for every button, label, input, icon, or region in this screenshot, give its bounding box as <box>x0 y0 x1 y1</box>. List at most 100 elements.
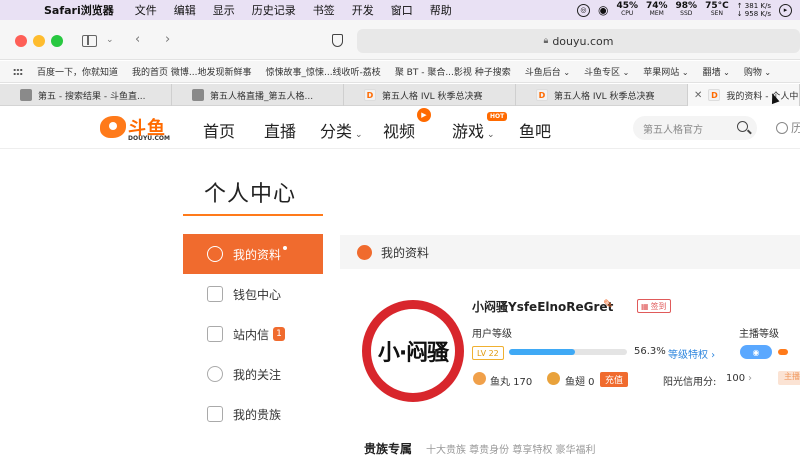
menu-history[interactable]: 历史记录 <box>252 2 296 18</box>
bookmark-folder[interactable]: 购物 <box>744 65 771 78</box>
sidebar-item-label: 我的贵族 <box>233 407 282 422</box>
hot-badge: HOT <box>487 112 508 121</box>
browser-tab-active[interactable]: ✕ D 我的资料 - 个人中 <box>688 84 800 106</box>
bookmark-folder[interactable]: 苹果网站 <box>643 65 688 78</box>
close-tab-icon[interactable]: ✕ <box>694 90 702 101</box>
fish-ball-count: 鱼丸 170 <box>490 377 533 388</box>
tab-favicon: D <box>536 89 548 101</box>
privacy-shield-icon[interactable] <box>332 34 343 47</box>
nav-games[interactable]: 游戏 ⌄ <box>452 118 495 142</box>
avatar[interactable]: 小·闷骚 <box>362 300 464 402</box>
page-title: 个人中心 <box>204 182 297 207</box>
signin-label: 签到 <box>650 301 667 311</box>
address-bar[interactable]: 🔒︎ douyu.com <box>357 29 800 53</box>
tab-favicon <box>20 89 32 101</box>
edit-pencil-icon[interactable]: ✎ <box>603 297 613 311</box>
menu-bookmarks[interactable]: 书签 <box>313 2 335 18</box>
chevron-right-icon[interactable]: › <box>748 373 752 384</box>
chevron-down-icon[interactable]: ⌄ <box>106 35 114 45</box>
signin-button[interactable]: ▦ 签到 <box>637 299 671 313</box>
sensor-stat: 75°C SEN <box>705 1 729 18</box>
tab-favicon: D <box>364 89 376 101</box>
bookmark-folder[interactable]: 斗鱼专区 <box>584 65 629 78</box>
nav-category-label: 分类 <box>320 122 353 141</box>
wechat-icon[interactable]: ◉ <box>598 3 608 17</box>
wallet-icon <box>207 286 223 302</box>
heart-icon <box>207 366 223 382</box>
mem-stat: 74% MEM <box>645 1 668 18</box>
sidebar-item-noble[interactable]: 我的贵族 <box>183 394 323 434</box>
anchor-level-badge: ◉ <box>740 345 772 359</box>
safari-toolbar: ⌄ ‹ › 🔒︎ douyu.com <box>0 20 800 60</box>
menu-window[interactable]: 窗口 <box>391 2 413 18</box>
app-menu-safari[interactable]: Safari浏览器 <box>44 2 114 18</box>
browser-tab[interactable]: 第五 - 搜索结果 - 斗鱼直... <box>0 84 172 106</box>
sidebar-menu: 我的资料 钱包中心 站内信 1 我的关注 我的贵族 <box>183 234 323 434</box>
credit-label: 阳光信用分: <box>663 377 717 388</box>
level-privilege-link[interactable]: 等级特权 › <box>668 346 715 361</box>
sidebar-icon[interactable] <box>82 35 97 47</box>
fish-ball-icon <box>473 372 486 385</box>
close-window-button[interactable] <box>15 35 27 47</box>
level-progress-bar <box>509 349 627 355</box>
user-icon <box>357 244 372 260</box>
browser-tab[interactable]: D 第五人格 IVL 秋季总决赛 <box>516 84 688 106</box>
chevron-down-icon: ⌄ <box>487 130 495 140</box>
title-underline <box>183 214 323 216</box>
user-icon <box>207 246 223 262</box>
bookmark-item[interactable]: 聚 BT - 聚合...影视 种子搜索 <box>395 65 511 78</box>
sidebar-item-messages[interactable]: 站内信 1 <box>183 314 323 354</box>
anchor-progress <box>778 349 788 355</box>
bookmark-folder[interactable]: 翻墙 <box>703 65 730 78</box>
search-placeholder: 第五人格官方 <box>643 124 703 136</box>
message-icon <box>207 326 223 342</box>
unread-count-badge: 1 <box>273 327 286 341</box>
anchor-button[interactable]: 主播 <box>778 371 800 385</box>
recharge-button[interactable]: 充值 <box>600 372 629 387</box>
back-icon[interactable]: ‹ <box>135 32 140 47</box>
search-input[interactable]: 第五人格官方 <box>633 116 757 140</box>
forward-icon[interactable]: › <box>165 32 170 47</box>
bookmark-folder[interactable]: 斗鱼后台 <box>525 65 570 78</box>
browser-tab[interactable]: D 第五人格 IVL 秋季总决赛 <box>344 84 516 106</box>
browser-tab[interactable]: 第五人格直播_第五人格... <box>172 84 344 106</box>
sidebar-item-wallet[interactable]: 钱包中心 <box>183 274 323 314</box>
search-icon[interactable] <box>737 121 748 132</box>
lock-icon: 🔒︎ <box>543 36 549 46</box>
nav-home[interactable]: 首页 <box>203 118 235 142</box>
history-button[interactable]: 历 <box>776 119 800 136</box>
level-badge: LV 22 <box>472 346 504 360</box>
menu-edit[interactable]: 编辑 <box>174 2 196 18</box>
nav-category[interactable]: 分类 ⌄ <box>320 118 363 142</box>
play-icon[interactable]: ▸ <box>779 3 792 17</box>
zoom-window-button[interactable] <box>51 35 63 47</box>
sidebar-item-my-profile[interactable]: 我的资料 <box>183 234 323 274</box>
menu-file[interactable]: 文件 <box>135 2 157 18</box>
nav-video[interactable]: 视频 <box>383 118 415 142</box>
tab-title: 第五人格 IVL 秋季总决赛 <box>382 91 483 102</box>
menu-develop[interactable]: 开发 <box>352 2 374 18</box>
minimize-window-button[interactable] <box>33 35 45 47</box>
fish-logo-icon <box>100 116 126 138</box>
privilege-label: 等级特权 <box>668 350 708 361</box>
bookmark-item[interactable]: 惊悚故事_惊悚...线收听-荔枝 <box>265 65 380 78</box>
sidebar-item-following[interactable]: 我的关注 <box>183 354 323 394</box>
nav-fishbar[interactable]: 鱼吧 <box>519 118 551 142</box>
tab-favicon <box>192 89 204 101</box>
sidebar-item-label: 站内信 <box>233 327 270 342</box>
status-circle-icon[interactable]: ◎ <box>576 3 590 17</box>
bookmarks-bar: 百度一下，你就知道 我的首页 微博...地发现新鲜事 惊悚故事_惊悚...线收听… <box>0 61 800 83</box>
menu-view[interactable]: 显示 <box>213 2 235 18</box>
history-label: 历 <box>791 121 800 135</box>
menu-help[interactable]: 帮助 <box>430 2 452 18</box>
tab-bar: 第五 - 搜索结果 - 斗鱼直... 第五人格直播_第五人格... D 第五人格… <box>0 84 800 106</box>
ssd-stat: 98% SSD <box>675 1 698 18</box>
bookmark-item[interactable]: 我的首页 微博...地发现新鲜事 <box>132 65 251 78</box>
douyu-logo[interactable]: 斗鱼 DOUYU.COM <box>100 114 174 144</box>
grid-icon[interactable] <box>13 67 23 76</box>
nav-live[interactable]: 直播 <box>264 118 296 142</box>
bookmark-item[interactable]: 百度一下，你就知道 <box>37 65 118 78</box>
anchor-level-label: 主播等级 <box>739 329 779 340</box>
credit-value: 100 <box>726 373 746 384</box>
tab-title: 我的资料 - 个人中 <box>726 91 799 102</box>
